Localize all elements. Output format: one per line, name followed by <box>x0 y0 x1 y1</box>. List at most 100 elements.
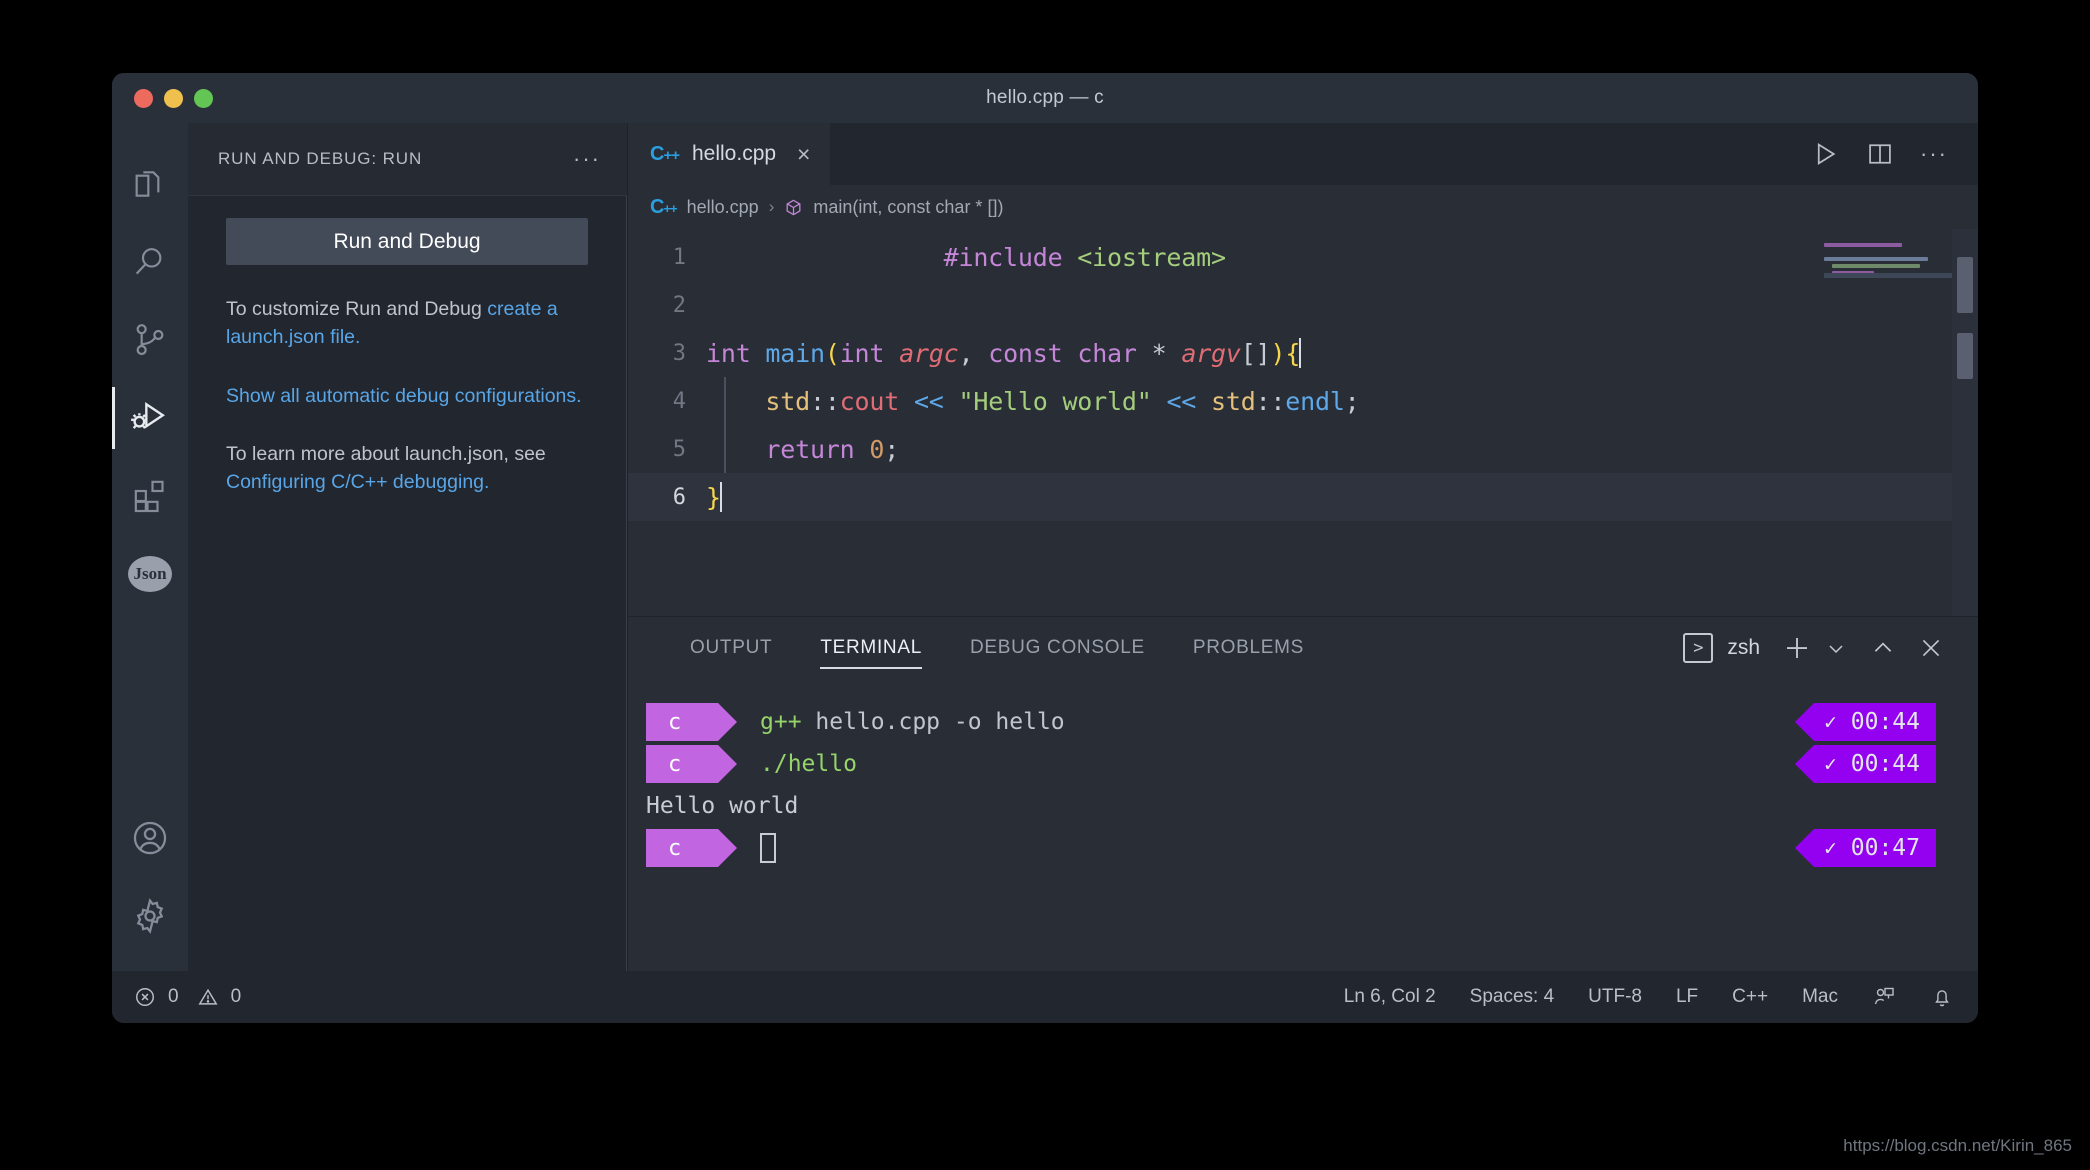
tab-terminal-label: TERMINAL <box>820 637 922 658</box>
text-cursor <box>719 482 722 512</box>
line-number: 4 <box>672 388 686 414</box>
cursor-position[interactable]: Ln 6, Col 2 <box>1344 986 1436 1008</box>
sidebar-item-source-control[interactable] <box>112 301 188 379</box>
tab-hello-cpp[interactable]: C++ hello.cpp × <box>628 123 831 185</box>
terminal-line-1: c g++ hello.cpp -o hello ✓ 00:44 <box>646 701 1978 743</box>
code-line-6: 6 } <box>628 473 1978 521</box>
panel-tab-bar: OUTPUT TERMINAL DEBUG CONSOLE PROBLEMS >… <box>628 617 1978 679</box>
sidebar-item-search[interactable] <box>112 223 188 301</box>
tab-debug-console[interactable]: DEBUG CONSOLE <box>946 617 1169 679</box>
command-head: ./hello <box>760 751 857 777</box>
customize-paragraph: To customize Run and Debug create a laun… <box>226 295 588 352</box>
sidebar: RUN AND DEBUG: RUN ··· Run and Debug To … <box>188 123 628 971</box>
json-icon: Json <box>128 556 172 592</box>
chevron-up-icon[interactable] <box>1870 635 1896 661</box>
indent-guide <box>724 377 726 425</box>
show-automatic-debug-configurations-link[interactable]: Show all automatic debug configurations. <box>226 385 582 407</box>
token-include: #include <box>943 242 1063 272</box>
sidebar-item-extensions[interactable] <box>112 457 188 535</box>
token-shift2: << <box>1166 386 1197 416</box>
tab-problems[interactable]: PROBLEMS <box>1169 617 1328 679</box>
check-icon: ✓ <box>1824 710 1837 734</box>
terminal-command: ./hello <box>760 751 857 777</box>
bell-icon[interactable] <box>1930 985 1954 1009</box>
language-mode[interactable]: C++ <box>1732 986 1768 1008</box>
sidebar-item-explorer[interactable] <box>112 145 188 223</box>
code-line-2: 2 <box>628 281 1978 329</box>
code-text: return 0; <box>706 435 899 464</box>
accounts-button[interactable] <box>112 799 188 877</box>
breadcrumb-symbol[interactable]: main(int, const char * []) <box>813 197 1003 218</box>
status-bar: 0 0 Ln 6, Col 2 Spaces: 4 UTF-8 LF C++ M… <box>112 971 1978 1023</box>
warning-count[interactable]: 0 <box>231 986 242 1008</box>
code-text: } <box>706 482 722 512</box>
indentation-setting[interactable]: Spaces: 4 <box>1470 986 1555 1008</box>
sidebar-item-json[interactable]: Json <box>112 535 188 613</box>
prompt-segment: c <box>646 745 737 783</box>
extensions-icon <box>130 476 170 516</box>
terminal-shell-icon: > <box>1683 633 1714 663</box>
panel-toolbar: > zsh <box>1683 633 1978 663</box>
breadcrumb-cpp-icon: C++ <box>650 195 678 218</box>
ellipsis-icon[interactable]: ··· <box>1920 143 1948 165</box>
code-text: int main(int argc, const char * argv[]){ <box>706 338 1302 368</box>
close-icon[interactable]: × <box>797 142 810 166</box>
error-circle-icon[interactable] <box>134 986 156 1008</box>
token-colons2: :: <box>1255 386 1286 416</box>
play-icon[interactable] <box>1810 139 1840 169</box>
breadcrumb: C++ hello.cpp › main(int, const char * [… <box>628 185 1978 229</box>
token-colons: :: <box>809 386 840 416</box>
sidebar-more-actions-button[interactable]: ··· <box>573 148 601 170</box>
editor-scrollbar[interactable] <box>1952 229 1978 616</box>
settings-button[interactable] <box>112 877 188 955</box>
check-icon: ✓ <box>1824 752 1837 776</box>
close-panel-icon[interactable] <box>1918 635 1944 661</box>
bottom-panel: OUTPUT TERMINAL DEBUG CONSOLE PROBLEMS >… <box>628 616 1978 971</box>
sidebar-item-run-and-debug[interactable] <box>112 379 188 457</box>
split-editor-icon[interactable] <box>1866 140 1894 168</box>
token-brace-close: } <box>706 483 721 512</box>
account-icon <box>129 817 171 859</box>
cpp-icon: C++ <box>650 142 680 165</box>
code-line-4: 4 std::cout << "Hello world" << std::end… <box>628 377 1978 425</box>
editor-tab-bar: C++ hello.cpp × ··· <box>628 123 1978 185</box>
scrollbar-thumb[interactable] <box>1957 257 1973 313</box>
token-brackets: [] <box>1240 339 1271 368</box>
run-and-debug-button[interactable]: Run and Debug <box>226 218 588 265</box>
terminal-output[interactable]: c g++ hello.cpp -o hello ✓ 00:44 c ./hel… <box>628 679 1978 971</box>
window-title: hello.cpp — c <box>986 87 1104 108</box>
terminal-shell-name[interactable]: zsh <box>1727 636 1760 660</box>
command-rest: hello.cpp -o hello <box>801 709 1065 735</box>
line-number: 1 <box>672 244 686 270</box>
vscode-window: hello.cpp — c Json RUN AND DEBUG: RUN ··… <box>112 73 1978 1023</box>
zoom-window-button[interactable] <box>194 88 213 108</box>
token-int2: int <box>839 339 885 368</box>
eol-setting[interactable]: LF <box>1676 986 1698 1008</box>
chevron-down-icon[interactable] <box>1824 636 1848 660</box>
plus-icon[interactable] <box>1782 633 1812 663</box>
tab-terminal[interactable]: TERMINAL <box>796 617 946 679</box>
error-count[interactable]: 0 <box>168 986 179 1008</box>
code-editor[interactable]: 1 #include <iostream> 2 3 int main(int a… <box>628 229 1978 616</box>
live-share-icon[interactable] <box>1872 985 1896 1009</box>
scrollbar-thumb-secondary[interactable] <box>1957 333 1973 379</box>
code-lines: 1 #include <iostream> 2 3 int main(int a… <box>628 229 1978 521</box>
token-paren-close: ) <box>1270 339 1286 368</box>
duration-value: 00:44 <box>1850 751 1920 777</box>
minimize-window-button[interactable] <box>164 88 183 108</box>
token-zero: 0 <box>869 434 885 464</box>
warning-triangle-icon[interactable] <box>197 986 219 1008</box>
token-std: std <box>765 386 810 416</box>
close-window-button[interactable] <box>134 88 153 108</box>
encoding-setting[interactable]: UTF-8 <box>1588 986 1642 1008</box>
activity-bar: Json <box>112 123 188 971</box>
breadcrumb-file[interactable]: hello.cpp <box>687 197 759 218</box>
duration-value: 00:47 <box>1850 835 1920 861</box>
configuring-cpp-debugging-link[interactable]: Configuring C/C++ debugging. <box>226 471 489 493</box>
platform-indicator[interactable]: Mac <box>1802 986 1838 1008</box>
check-icon: ✓ <box>1824 836 1837 860</box>
token-star: * <box>1151 339 1167 368</box>
sidebar-header: RUN AND DEBUG: RUN ··· <box>188 123 627 195</box>
terminal-command: g++ hello.cpp -o hello <box>760 709 1065 735</box>
tab-output[interactable]: OUTPUT <box>666 617 796 679</box>
